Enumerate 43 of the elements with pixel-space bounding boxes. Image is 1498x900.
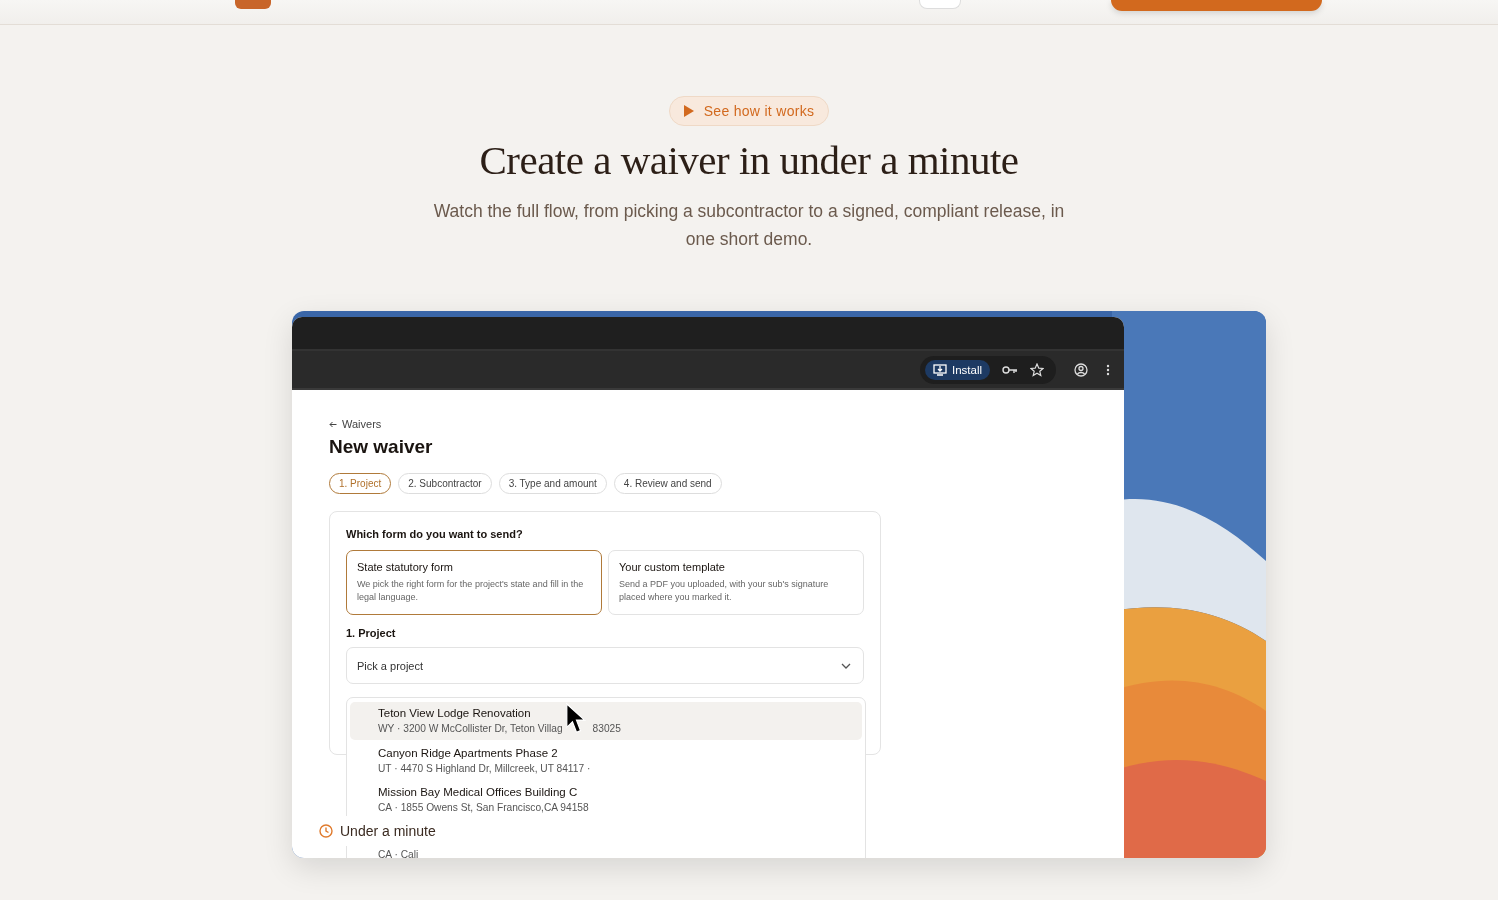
page-title: New waiver	[329, 436, 434, 458]
badge-text: Under a minute	[340, 823, 436, 839]
project-option[interactable]: Teton View Lodge Renovation WY · 3200 W McCollister Dr, Teton Villag 83025	[350, 702, 862, 740]
option-description: We pick the right form for the project's state and fill in the legal language.	[357, 578, 585, 604]
option-title: State statutory form	[357, 561, 454, 573]
project-name: Canyon Ridge Apartments Phase 2	[378, 746, 559, 761]
hero-title: Create a waiver in under a minute	[479, 136, 1019, 184]
form-option[interactable]: State statutory form We pick the right form for the project's state and fill in the legal language.	[346, 550, 602, 615]
project-address: CA · 1855 Owens St, San Francisco,CA 94158	[378, 802, 589, 813]
logo-icon[interactable]	[235, 0, 271, 9]
project-option[interactable]: CA · Cali	[350, 848, 862, 858]
project-name: Mission Bay Medical Offices Building C	[378, 786, 579, 800]
profile-icon[interactable]	[1074, 362, 1088, 377]
step-tab[interactable]: 3. Type and amount	[498, 473, 607, 494]
star-icon[interactable]	[1030, 362, 1044, 377]
question-label: Which form do you want to send?	[346, 528, 524, 540]
option-description: Send a PDF you uploaded, with your sub's signature placed where you marked it.	[619, 578, 830, 604]
project-name: Teton View Lodge Renovation	[378, 707, 532, 721]
project-select[interactable]: Pick a project	[346, 647, 864, 684]
install-icon	[932, 363, 947, 376]
hero-subtitle: Watch the full flow, from picking a subcontractor to a signed, compliant release, in one short demo.	[432, 200, 1066, 251]
back-link[interactable]: Waivers	[342, 418, 382, 430]
install-button[interactable]: Install	[924, 359, 990, 380]
project-option[interactable]: Canyon Ridge Apartments Phase 2 UT · 4470 S Highland Dr, Millcreek, UT 84117 ·	[350, 741, 862, 779]
step-tab[interactable]: 4. Review and send	[613, 473, 722, 494]
project-address: CA · Cali	[378, 848, 419, 858]
section-label: 1. Project	[346, 627, 397, 639]
more-icon[interactable]	[1106, 363, 1110, 376]
arrow-left-icon	[329, 420, 337, 428]
chevron-down-icon	[841, 662, 851, 669]
option-title: Your custom template	[619, 561, 726, 573]
step-tab[interactable]: 1. Project	[329, 473, 392, 494]
play-icon	[683, 105, 694, 117]
project-address: WY · 3200 W McCollister Dr, Teton Villag	[378, 723, 563, 734]
project-option[interactable]: Mission Bay Medical Offices Building C CA · 1855 Owens St, San Francisco,CA 94158	[350, 781, 862, 819]
form-option[interactable]: Your custom template Send a PDF you uploaded, with your sub's signature placed where you marked it.	[608, 550, 864, 615]
key-icon[interactable]	[1002, 364, 1018, 375]
cursor-icon	[566, 702, 587, 735]
select-placeholder: Pick a project	[357, 659, 424, 672]
project-address: 83025	[592, 723, 621, 734]
step-tab[interactable]: 2. Subcontractor	[398, 473, 492, 494]
project-address: UT · 4470 S Highland Dr, Millcreek, UT 84117 ·	[378, 762, 591, 774]
clock-icon	[319, 824, 333, 838]
